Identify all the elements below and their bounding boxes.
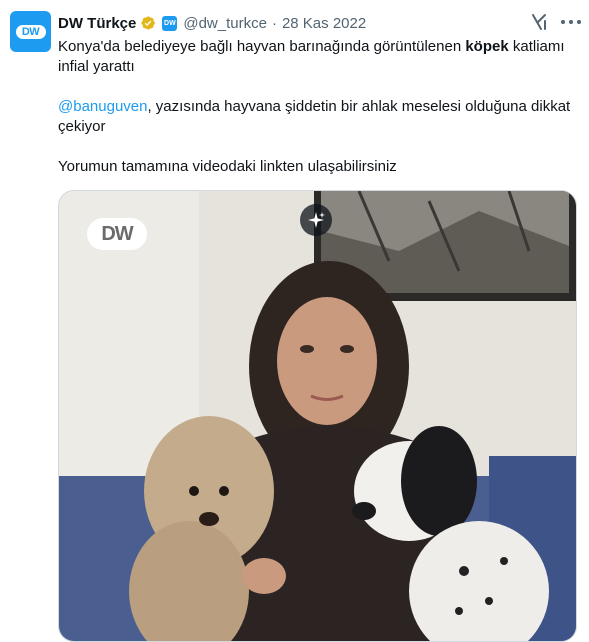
verified-badge-icon[interactable] xyxy=(140,15,156,31)
tweet-paragraph-1: Konya'da belediyeye bağlı hayvan barınağ… xyxy=(58,38,565,75)
avatar-logo: DW xyxy=(15,24,46,39)
affiliate-badge-icon[interactable]: DW xyxy=(162,15,178,31)
tweet-date[interactable]: 28 Kas 2022 xyxy=(282,15,366,32)
tweet-paragraph-2: @banuguven, yazısında hayvana şiddetin b… xyxy=(58,98,571,135)
grok-icon[interactable] xyxy=(531,13,547,31)
tweet-paragraph-3: Yorumun tamamına videodaki linkten ulaşa… xyxy=(58,158,397,175)
dw-logo: DW xyxy=(87,218,147,250)
sparkle-icon[interactable] xyxy=(300,204,332,236)
mention-link[interactable]: @banuguven xyxy=(58,98,147,115)
video-media[interactable]: DW xyxy=(58,190,577,642)
video-frame xyxy=(59,191,576,641)
bold-word: köpek xyxy=(465,38,509,55)
tweet-text: Konya'da belediyeye bağlı hayvan barınağ… xyxy=(58,37,578,177)
tweet-header: DW Türkçe DW @dw_turkce · 28 Kas 2022 xyxy=(58,13,366,33)
author-handle[interactable]: @dw_turkce xyxy=(183,15,267,32)
separator: · xyxy=(271,14,277,32)
more-options-icon[interactable] xyxy=(561,19,581,25)
author-name[interactable]: DW Türkçe xyxy=(58,15,136,32)
avatar[interactable]: DW xyxy=(10,11,51,52)
